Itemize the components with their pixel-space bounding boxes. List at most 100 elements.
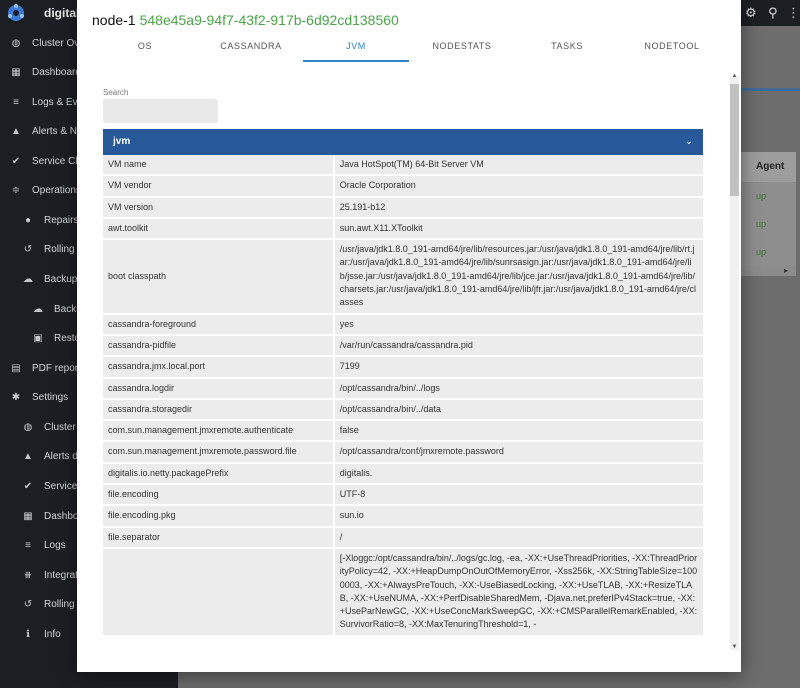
property-value: /var/run/cassandra/cassandra.pid <box>334 335 703 358</box>
table-row: com.sun.management.jmxremote.authenticat… <box>103 421 703 443</box>
app-logo-icon <box>8 4 24 21</box>
table-row: VM version 25.191-b12 <box>103 197 703 219</box>
property-key: VM version <box>103 197 335 219</box>
table-row: file.encoding UTF-8 <box>103 485 703 507</box>
property-value: UTF-8 <box>334 485 703 507</box>
check-icon: ✔ <box>23 480 33 492</box>
tab-bar: OS CASSANDRA JVM NODESTATS TASKS NODETOO… <box>77 34 741 62</box>
cloud-icon: ☁ <box>23 273 33 285</box>
sliders-icon: ≑ <box>11 184 21 196</box>
node-label: node-1 <box>92 12 136 28</box>
info-icon: ℹ <box>26 628 30 640</box>
report-icon: ▤ <box>11 362 21 374</box>
file-icon: ▣ <box>33 332 43 344</box>
property-key: boot classpath <box>103 240 335 315</box>
property-key: com.sun.management.jmxremote.authenticat… <box>103 421 335 443</box>
chevron-down-icon[interactable]: ⌄ <box>685 129 693 155</box>
jvm-properties-table: VM name Java HotSpot(TM) 64-Bit Server VM… <box>103 155 703 637</box>
globe-icon: ◍ <box>11 37 21 49</box>
dashboard-icon: ▦ <box>11 66 21 78</box>
table-header-agent: Agent <box>740 152 796 182</box>
dialog-content: Search jvm ⌄ VM name Java HotSpot(TM) 64-… <box>77 72 741 655</box>
property-value: / <box>334 527 703 549</box>
history-icon: ↺ <box>23 243 33 255</box>
repair-icon: ● <box>24 214 32 226</box>
property-value: /opt/cassandra/conf/jmxremote.password <box>334 442 703 464</box>
table-row: VM vendor Oracle Corporation <box>103 176 703 198</box>
property-value: 25.191-b12 <box>334 197 703 219</box>
property-key: file.encoding.pkg <box>103 506 335 528</box>
tab-tasks[interactable]: TASKS <box>514 34 620 62</box>
property-key <box>103 548 335 637</box>
sidebar-item-label: Info <box>44 628 61 640</box>
list-icon: ≡ <box>25 539 31 551</box>
property-key: cassandra.logdir <box>103 378 335 400</box>
node-id: 548e45a9-94f7-43f2-917b-6d92cd138560 <box>139 12 399 28</box>
history-icon: ↺ <box>23 598 33 610</box>
property-key: cassandra-foreground <box>103 314 335 336</box>
integrations-icon: ⧻ <box>23 569 33 581</box>
tab-jvm[interactable]: JVM <box>303 34 409 62</box>
property-value: yes <box>334 314 703 336</box>
property-value: /opt/cassandra/bin/../data <box>334 399 703 422</box>
table-row: boot classpath/usr/java/jdk1.8.0_191-amd… <box>103 240 703 315</box>
property-value: Java HotSpot(TM) 64-Bit Server VM <box>334 155 703 177</box>
property-value: /usr/java/jdk1.8.0_191-amd64/jre/lib/res… <box>334 240 703 315</box>
property-key: cassandra.jmx.local.port <box>103 357 335 379</box>
menu-icon[interactable]: ⋮ <box>787 5 800 21</box>
property-key: cassandra-pidfile <box>103 335 335 358</box>
scrollbar-thumb[interactable] <box>730 84 739 196</box>
table-row: cassandra.logdir/opt/cassandra/bin/../lo… <box>103 378 703 400</box>
globe-icon: ◍ <box>23 421 33 433</box>
section-title: jvm <box>113 136 131 147</box>
tab-nodestats[interactable]: NODESTATS <box>409 34 515 62</box>
table-row: [-Xloggc:/opt/cassandra/bin/../logs/gc.l… <box>103 548 703 637</box>
property-value: 7199 <box>334 357 703 379</box>
agent-status-cell: up <box>740 238 796 266</box>
table-row: com.sun.management.jmxremote.password.fi… <box>103 442 703 464</box>
property-key: VM vendor <box>103 176 335 198</box>
property-value: digitalis. <box>334 463 703 486</box>
property-value: false <box>334 421 703 443</box>
check-icon: ✔ <box>11 155 21 167</box>
agent-status-cell: up <box>740 182 796 210</box>
property-key: awt.toolkit <box>103 218 335 241</box>
dialog-title: node-1 548e45a9-94f7-43f2-917b-6d92cd1385… <box>92 12 399 28</box>
table-row: VM name Java HotSpot(TM) 64-Bit Server VM <box>103 155 703 177</box>
property-value: sun.awt.X11.XToolkit <box>334 218 703 241</box>
background-table: Agent up up up <box>740 152 796 266</box>
property-key: VM name <box>103 155 335 177</box>
property-key: cassandra.storagedir <box>103 399 335 422</box>
scroll-up-icon[interactable]: ▲ <box>730 73 739 79</box>
property-key: file.encoding <box>103 485 335 507</box>
gear-icon[interactable]: ⚙ <box>745 5 757 21</box>
property-value: sun.io <box>334 506 703 528</box>
gear-icon: ✱ <box>11 391 21 403</box>
property-value: /opt/cassandra/bin/../logs <box>334 378 703 400</box>
sidebar-item-label: Settings <box>32 391 69 403</box>
jvm-section-header[interactable]: jvm ⌄ <box>103 129 703 155</box>
scroll-down-icon[interactable]: ▼ <box>730 644 739 650</box>
tab-cassandra[interactable]: CASSANDRA <box>198 34 304 62</box>
tab-nodetool[interactable]: NODETOOL <box>619 34 725 62</box>
tab-os[interactable]: OS <box>92 34 198 62</box>
search-label: Search <box>103 88 129 97</box>
node-details-dialog: node-1 548e45a9-94f7-43f2-917b-6d92cd1385… <box>77 0 741 672</box>
search-input[interactable] <box>103 99 218 123</box>
vertical-scrollbar[interactable]: ▲ ▼ <box>730 73 739 650</box>
property-value: Oracle Corporation <box>334 176 703 198</box>
table-row: cassandra.jmx.local.port 7199 <box>103 357 703 379</box>
search-icon[interactable]: ⚲ <box>768 5 778 21</box>
horizontal-scrollbar[interactable]: ▸ <box>740 266 796 276</box>
table-row: cassandra.storagedir/opt/cassandra/bin/.… <box>103 399 703 422</box>
sidebar-item-label: Logs <box>44 539 66 551</box>
bell-icon: ▲ <box>11 125 21 137</box>
table-row: cassandra-foreground yes <box>103 314 703 336</box>
table-row: file.encoding.pkg sun.io <box>103 506 703 528</box>
agent-status-cell: up <box>740 210 796 238</box>
property-value: [-Xloggc:/opt/cassandra/bin/../logs/gc.l… <box>334 548 703 637</box>
property-key: com.sun.management.jmxremote.password.fi… <box>103 442 335 464</box>
sidebar-item-label: Operations <box>32 184 81 196</box>
alert-icon: ▲ <box>23 450 33 462</box>
property-key: file.separator <box>103 527 335 549</box>
